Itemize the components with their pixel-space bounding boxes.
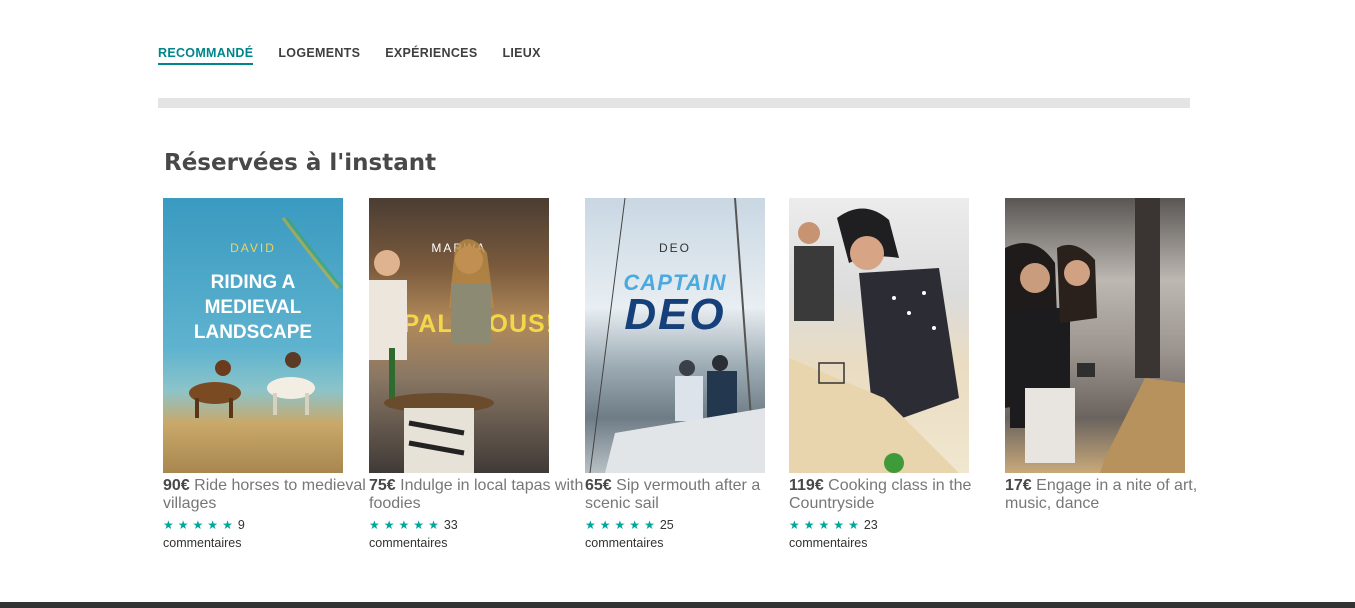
card-title: 65€ Sip vermouth after a scenic sail bbox=[585, 477, 800, 513]
star-icon: ★ bbox=[629, 518, 641, 532]
star-icon: ★ bbox=[398, 518, 410, 532]
star-icon: ★ bbox=[163, 518, 174, 532]
card-price: 90€ bbox=[163, 477, 190, 494]
tab-lieux[interactable]: LIEUX bbox=[502, 46, 540, 65]
reviews-label: commentaires bbox=[585, 536, 664, 550]
card-title: 119€ Cooking class in the Countryside bbox=[789, 477, 1004, 513]
art-night-illustration bbox=[1005, 198, 1185, 473]
star-rating: ★ ★ ★ ★ ★ bbox=[369, 518, 443, 532]
experience-card-cooking[interactable]: 119€ Cooking class in the Countryside ★ ★… bbox=[789, 198, 1004, 552]
experience-card-horse-ride[interactable]: DAVID RIDING A MEDIEVAL LANDSCAPE 90€ Ri… bbox=[163, 198, 378, 552]
card-rating: ★ ★ ★ ★ ★ 33 commentaires bbox=[369, 516, 519, 552]
divider-bar bbox=[158, 98, 1190, 108]
footer-edge bbox=[0, 602, 1355, 608]
review-count: 33 bbox=[443, 518, 458, 532]
star-icon: ★ bbox=[192, 518, 204, 532]
star-icon: ★ bbox=[848, 518, 859, 532]
tab-recommande[interactable]: RECOMMANDÉ bbox=[158, 46, 254, 65]
card-image: DAVID RIDING A MEDIEVAL LANDSCAPE bbox=[163, 198, 343, 473]
card-rating: ★ ★ ★ ★ ★ 23 commentaires bbox=[789, 516, 939, 552]
card-title-text: Engage in a nite of art, music, dance bbox=[1005, 477, 1198, 512]
card-image bbox=[1005, 198, 1185, 473]
card-title: 17€ Engage in a nite of art, music, danc… bbox=[1005, 477, 1220, 513]
star-icon: ★ bbox=[599, 518, 611, 532]
section-title: Réservées à l'instant bbox=[164, 150, 437, 176]
card-image: MARWA TAPALICIOUS! bbox=[369, 198, 549, 473]
card-price: 17€ bbox=[1005, 477, 1032, 494]
star-icon: ★ bbox=[369, 518, 380, 532]
review-count: 25 bbox=[659, 518, 674, 532]
star-rating: ★ ★ ★ ★ ★ bbox=[585, 518, 659, 532]
star-icon: ★ bbox=[789, 518, 800, 532]
sailboat-illustration bbox=[589, 198, 765, 473]
cooking-class-illustration bbox=[789, 208, 959, 473]
experience-card-art-night[interactable]: 17€ Engage in a nite of art, music, danc… bbox=[1005, 198, 1220, 513]
star-icon: ★ bbox=[644, 518, 655, 532]
star-icon: ★ bbox=[614, 518, 626, 532]
card-title-text: Ride horses to medieval villages bbox=[163, 477, 366, 512]
star-icon: ★ bbox=[803, 518, 815, 532]
card-title-text: Sip vermouth after a scenic sail bbox=[585, 477, 761, 512]
star-icon: ★ bbox=[222, 518, 233, 532]
card-image: DEO CAPTAIN DEO bbox=[585, 198, 765, 473]
card-price: 75€ bbox=[369, 477, 396, 494]
tab-logements[interactable]: LOGEMENTS bbox=[278, 46, 360, 65]
review-count: 23 bbox=[863, 518, 878, 532]
star-icon: ★ bbox=[428, 518, 439, 532]
star-icon: ★ bbox=[833, 518, 845, 532]
card-price: 119€ bbox=[789, 477, 824, 494]
star-rating: ★ ★ ★ ★ ★ bbox=[789, 518, 863, 532]
card-rating: ★ ★ ★ ★ ★ 9 commentaires bbox=[163, 516, 313, 552]
experience-card-tapas[interactable]: MARWA TAPALICIOUS! 75€ Indulge in local … bbox=[369, 198, 584, 552]
horse-riders-illustration bbox=[189, 217, 343, 418]
card-title: 75€ Indulge in local tapas with foodies bbox=[369, 477, 584, 513]
star-icon: ★ bbox=[177, 518, 189, 532]
reviews-label: commentaires bbox=[789, 536, 868, 550]
review-count: 9 bbox=[237, 518, 245, 532]
card-image bbox=[789, 198, 969, 473]
card-title-text: Indulge in local tapas with foodies bbox=[369, 477, 584, 512]
star-icon: ★ bbox=[413, 518, 425, 532]
experience-card-sail[interactable]: DEO CAPTAIN DEO 65€ Sip vermouth after a… bbox=[585, 198, 800, 552]
reviews-label: commentaires bbox=[369, 536, 448, 550]
star-icon: ★ bbox=[585, 518, 596, 532]
card-price: 65€ bbox=[585, 477, 612, 494]
star-rating: ★ ★ ★ ★ ★ bbox=[163, 518, 237, 532]
star-icon: ★ bbox=[207, 518, 219, 532]
reviews-label: commentaires bbox=[163, 536, 242, 550]
tab-bar: RECOMMANDÉ LOGEMENTS EXPÉRIENCES LIEUX bbox=[158, 46, 566, 65]
star-icon: ★ bbox=[818, 518, 830, 532]
card-rating: ★ ★ ★ ★ ★ 25 commentaires bbox=[585, 516, 735, 552]
tapas-illustration bbox=[369, 239, 494, 473]
star-icon: ★ bbox=[383, 518, 395, 532]
card-title: 90€ Ride horses to medieval villages bbox=[163, 477, 378, 513]
tab-experiences[interactable]: EXPÉRIENCES bbox=[385, 46, 477, 65]
